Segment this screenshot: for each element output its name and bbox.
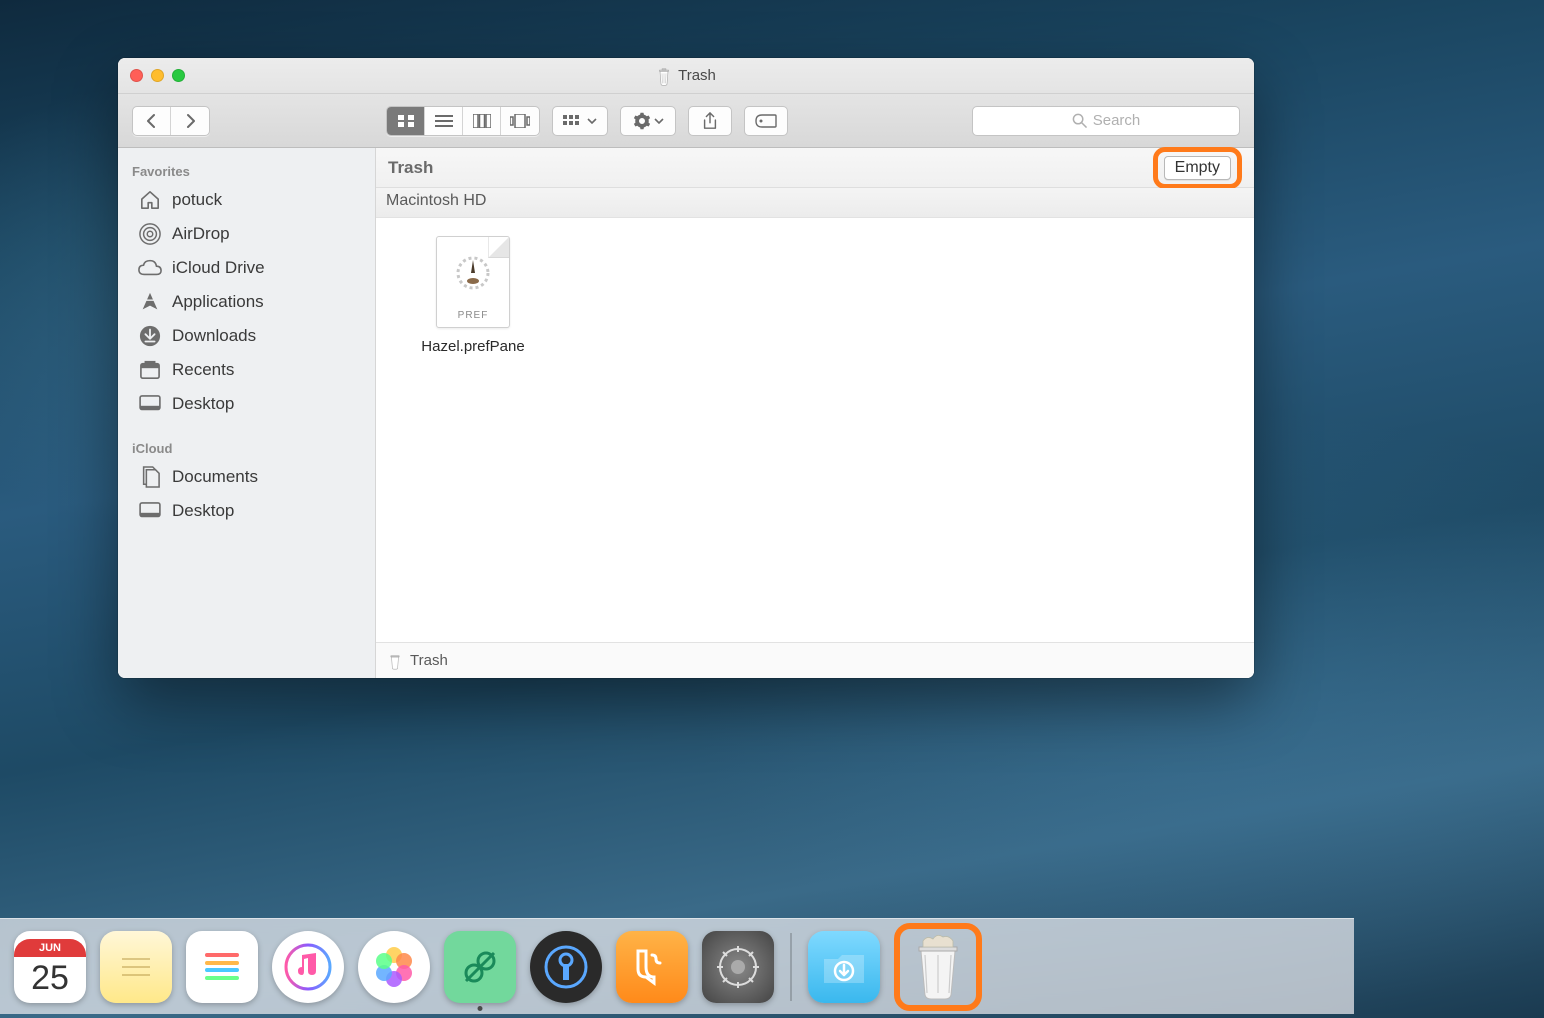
- path-bar[interactable]: Trash: [376, 642, 1254, 678]
- dock-calendar[interactable]: JUN 25: [14, 931, 86, 1003]
- sidebar-item-label: Desktop: [172, 394, 234, 414]
- search-placeholder: Search: [1093, 112, 1141, 129]
- sidebar-item-label: AirDrop: [172, 224, 230, 244]
- sidebar-item-icloud-drive[interactable]: iCloud Drive: [118, 251, 375, 285]
- column-view-button[interactable]: [463, 107, 501, 135]
- view-mode-buttons: [386, 106, 540, 136]
- sidebar-item-documents[interactable]: Documents: [118, 460, 375, 494]
- dock-tweetbot[interactable]: [616, 931, 688, 1003]
- sidebar-item-recents[interactable]: Recents: [118, 353, 375, 387]
- dock-separator: [790, 933, 792, 1001]
- sidebar-item-airdrop[interactable]: AirDrop: [118, 217, 375, 251]
- cloud-icon: [138, 256, 162, 280]
- group-header: Macintosh HD: [376, 188, 1254, 218]
- sidebar-item-desktop[interactable]: Desktop: [118, 387, 375, 421]
- share-button[interactable]: [688, 106, 732, 136]
- close-button[interactable]: [130, 69, 143, 82]
- sidebar-item-downloads[interactable]: Downloads: [118, 319, 375, 353]
- sidebar-item-label: Documents: [172, 467, 258, 487]
- dock-system-preferences[interactable]: [702, 931, 774, 1003]
- dock-notes[interactable]: [100, 931, 172, 1003]
- file-item[interactable]: PREF Hazel.prefPane: [398, 236, 548, 355]
- desktop-icon: [138, 499, 162, 523]
- calendar-day: 25: [31, 957, 69, 995]
- window-title: Trash: [118, 66, 1254, 86]
- sidebar-item-label: Recents: [172, 360, 234, 380]
- download-icon: [138, 324, 162, 348]
- sidebar-item-desktop-icloud[interactable]: Desktop: [118, 494, 375, 528]
- dock-1password[interactable]: [530, 931, 602, 1003]
- home-icon: [138, 188, 162, 212]
- sidebar-item-potuck[interactable]: potuck: [118, 183, 375, 217]
- sidebar: Favorites potuck AirDrop iCloud Drive Ap…: [118, 148, 376, 678]
- recents-icon: [138, 358, 162, 382]
- icon-view-button[interactable]: [387, 107, 425, 135]
- titlebar[interactable]: Trash: [118, 58, 1254, 94]
- file-grid[interactable]: PREF Hazel.prefPane: [376, 218, 1254, 642]
- dock-container: JUN 25: [0, 906, 1354, 1018]
- arrange-button[interactable]: [552, 106, 608, 136]
- tags-button[interactable]: [744, 106, 788, 136]
- dock-downloads[interactable]: [808, 931, 880, 1003]
- list-view-button[interactable]: [425, 107, 463, 135]
- nav-buttons: [132, 106, 210, 136]
- empty-trash-button[interactable]: Empty: [1164, 156, 1231, 180]
- dock-skitch[interactable]: [444, 931, 516, 1003]
- documents-icon: [138, 465, 162, 489]
- window-title-text: Trash: [678, 67, 716, 84]
- calendar-month: JUN: [14, 939, 86, 957]
- file-name: Hazel.prefPane: [398, 338, 548, 355]
- prefpane-icon: PREF: [436, 236, 510, 328]
- forward-button[interactable]: [171, 107, 209, 135]
- sidebar-section-favorites: Favorites: [118, 158, 375, 183]
- sidebar-section-icloud: iCloud: [118, 435, 375, 460]
- sidebar-item-label: Desktop: [172, 501, 234, 521]
- airdrop-icon: [138, 222, 162, 246]
- traffic-lights: [130, 69, 185, 82]
- sidebar-item-label: potuck: [172, 190, 222, 210]
- path-label: Trash: [410, 652, 448, 669]
- content-area: Trash Empty Macintosh HD PREF Hazel.pref…: [376, 148, 1254, 678]
- finder-window: Trash: [118, 58, 1254, 678]
- dock-reminders[interactable]: [186, 931, 258, 1003]
- back-button[interactable]: [133, 107, 171, 135]
- location-bar: Trash Empty: [376, 148, 1254, 188]
- applications-icon: [138, 290, 162, 314]
- sidebar-item-label: iCloud Drive: [172, 258, 265, 278]
- sidebar-item-applications[interactable]: Applications: [118, 285, 375, 319]
- action-button[interactable]: [620, 106, 676, 136]
- sidebar-item-label: Downloads: [172, 326, 256, 346]
- location-title: Trash: [388, 158, 433, 178]
- desktop-icon: [138, 392, 162, 416]
- trash-icon: [388, 652, 402, 670]
- search-input[interactable]: Search: [972, 106, 1240, 136]
- highlight-ring: Empty: [1153, 147, 1242, 189]
- highlight-ring-trash: [894, 923, 982, 1011]
- sidebar-item-label: Applications: [172, 292, 264, 312]
- dock-photos[interactable]: [358, 931, 430, 1003]
- search-icon: [1072, 113, 1087, 128]
- file-type-badge: PREF: [437, 310, 509, 321]
- gallery-view-button[interactable]: [501, 107, 539, 135]
- trash-icon: [656, 66, 672, 86]
- toolbar: Search: [118, 94, 1254, 148]
- dock-itunes[interactable]: [272, 931, 344, 1003]
- dock-indicator: [478, 1006, 483, 1011]
- dock-trash[interactable]: [902, 931, 974, 1003]
- dock: JUN 25: [0, 918, 1354, 1014]
- minimize-button[interactable]: [151, 69, 164, 82]
- zoom-button[interactable]: [172, 69, 185, 82]
